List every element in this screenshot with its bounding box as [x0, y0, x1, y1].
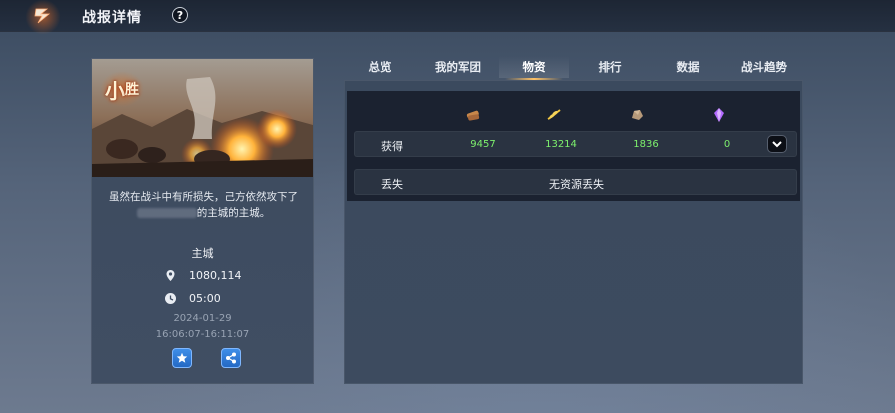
result-badge: 小胜	[100, 71, 144, 107]
obtained-row: 获得 9457 13214 1836 0	[354, 131, 797, 157]
crystal-icon	[714, 108, 724, 122]
clock-icon	[164, 292, 177, 305]
battle-description: 虽然在战斗中有所损失，己方依然攻下了 的主城的主城。	[102, 189, 305, 221]
target-label: 主城	[191, 247, 214, 260]
expand-button[interactable]	[767, 135, 787, 153]
resources-panel: 获得 9457 13214 1836 0 丢失 无资源丢失	[344, 80, 803, 384]
tab-overview[interactable]: 总览	[345, 56, 415, 78]
page-title: 战报详情	[82, 10, 142, 26]
obtained-stone-value: 1836	[633, 139, 659, 150]
battle-date: 2024-01-29	[173, 313, 232, 324]
chevron-down-icon	[772, 141, 782, 148]
stone-icon	[632, 110, 643, 120]
battle-scene-image: 小胜	[92, 59, 313, 177]
tab-resources[interactable]: 物资	[499, 56, 569, 80]
star-icon	[176, 352, 188, 363]
share-icon	[226, 352, 236, 364]
redacted-player-name	[136, 208, 197, 218]
battle-time-range: 16:06:07-16:11:07	[155, 329, 250, 340]
obtained-crystal-value: 0	[723, 139, 731, 150]
duration-row: 05:00	[164, 292, 221, 305]
description-line-1: 虽然在战斗中有所损失，己方依然攻下了	[109, 191, 298, 203]
obtained-label: 获得	[381, 140, 403, 153]
coordinates-row: 1080,114	[164, 269, 242, 282]
resources-table: 获得 9457 13214 1836 0 丢失 无资源丢失	[347, 91, 800, 201]
wheat-icon	[547, 109, 561, 120]
tab-bar: 总览 我的军团 物资 排行 数据 战斗趋势	[345, 56, 805, 80]
result-sub-text: 胜	[125, 82, 139, 98]
lost-row: 丢失 无资源丢失	[354, 169, 797, 195]
top-bar: 战报详情 ?	[0, 0, 895, 34]
description-line-2: 的主城的主城。	[196, 207, 271, 219]
duration-value: 05:00	[189, 292, 221, 305]
back-button[interactable]	[22, 0, 64, 34]
battle-summary-card: 小胜 虽然在战斗中有所损失，己方依然攻下了 的主城的主城。 主城 1080,11…	[91, 58, 314, 384]
tab-my-legion[interactable]: 我的军团	[423, 56, 493, 78]
wood-icon	[466, 110, 480, 121]
tab-battle-trend[interactable]: 战斗趋势	[729, 56, 799, 78]
result-main-text: 小	[105, 78, 125, 103]
location-pin-icon	[164, 269, 177, 282]
lost-status-text: 无资源丢失	[549, 178, 604, 191]
share-button[interactable]	[221, 348, 241, 368]
tab-data[interactable]: 数据	[653, 56, 723, 78]
tab-ranking[interactable]: 排行	[575, 56, 645, 78]
obtained-wheat-value: 13214	[545, 139, 577, 150]
favorite-button[interactable]	[172, 348, 192, 368]
obtained-wood-value: 9457	[470, 139, 496, 150]
help-button[interactable]: ?	[172, 7, 188, 23]
coordinates-value[interactable]: 1080,114	[189, 269, 242, 282]
back-arrow-icon	[34, 8, 51, 24]
